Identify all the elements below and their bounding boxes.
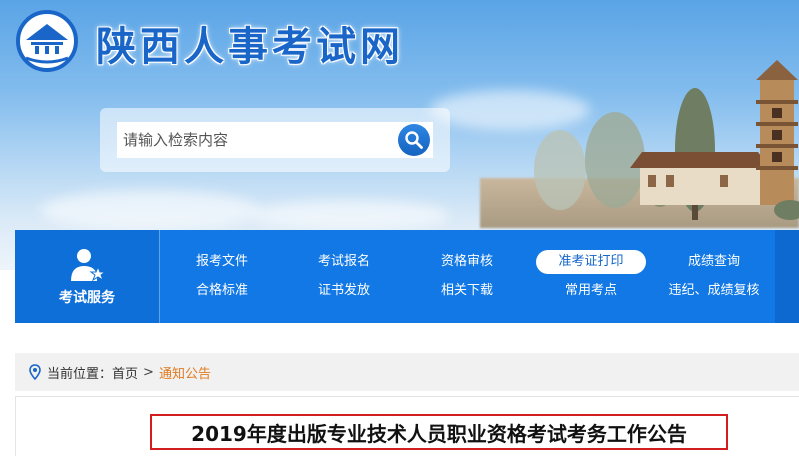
breadcrumb-home-link[interactable]: 首页 <box>112 363 138 382</box>
nav-item-downloads[interactable]: 相关下载 <box>423 279 511 303</box>
breadcrumb-separator: > <box>143 364 154 380</box>
nav-item-qualification-review[interactable]: 资格审核 <box>423 250 511 274</box>
site-title: 陕西人事考试网 <box>96 24 404 70</box>
search-icon <box>398 124 430 156</box>
search-button[interactable] <box>395 122 433 158</box>
nav-item-application-docs[interactable]: 报考文件 <box>178 250 266 274</box>
person-star-icon <box>71 248 107 281</box>
exam-service-button[interactable]: 考试服务 <box>15 230 160 323</box>
nav-item-exam-venues[interactable]: 常用考点 <box>547 279 635 303</box>
nav-item-score-query[interactable]: 成绩查询 <box>670 250 758 274</box>
breadcrumb: 当前位置： 首页 > 通知公告 <box>15 353 799 391</box>
nav-item-certificate-issue[interactable]: 证书发放 <box>300 279 388 303</box>
exam-service-label: 考试服务 <box>59 289 115 306</box>
search-input[interactable] <box>117 122 395 158</box>
cloud-decoration <box>250 200 450 230</box>
pagoda-scene-image <box>534 60 799 220</box>
nav-item-exam-registration[interactable]: 考试报名 <box>300 250 388 274</box>
breadcrumb-prefix: 当前位置： <box>47 366 113 382</box>
article-title: 2019年度出版专业技术人员职业资格考试考务工作公告 <box>150 414 728 450</box>
nav-item-violation-score-review[interactable]: 违纪、成绩复核 <box>655 279 773 303</box>
navbar-edge <box>775 230 799 323</box>
breadcrumb-current-link[interactable]: 通知公告 <box>159 363 211 382</box>
nav-item-admission-ticket-print[interactable]: 准考证打印 <box>536 250 646 274</box>
cloud-decoration <box>40 190 260 230</box>
building-emblem-icon[interactable] <box>14 10 80 72</box>
location-pin-icon <box>29 364 41 380</box>
nav-item-pass-standard[interactable]: 合格标准 <box>178 279 266 303</box>
